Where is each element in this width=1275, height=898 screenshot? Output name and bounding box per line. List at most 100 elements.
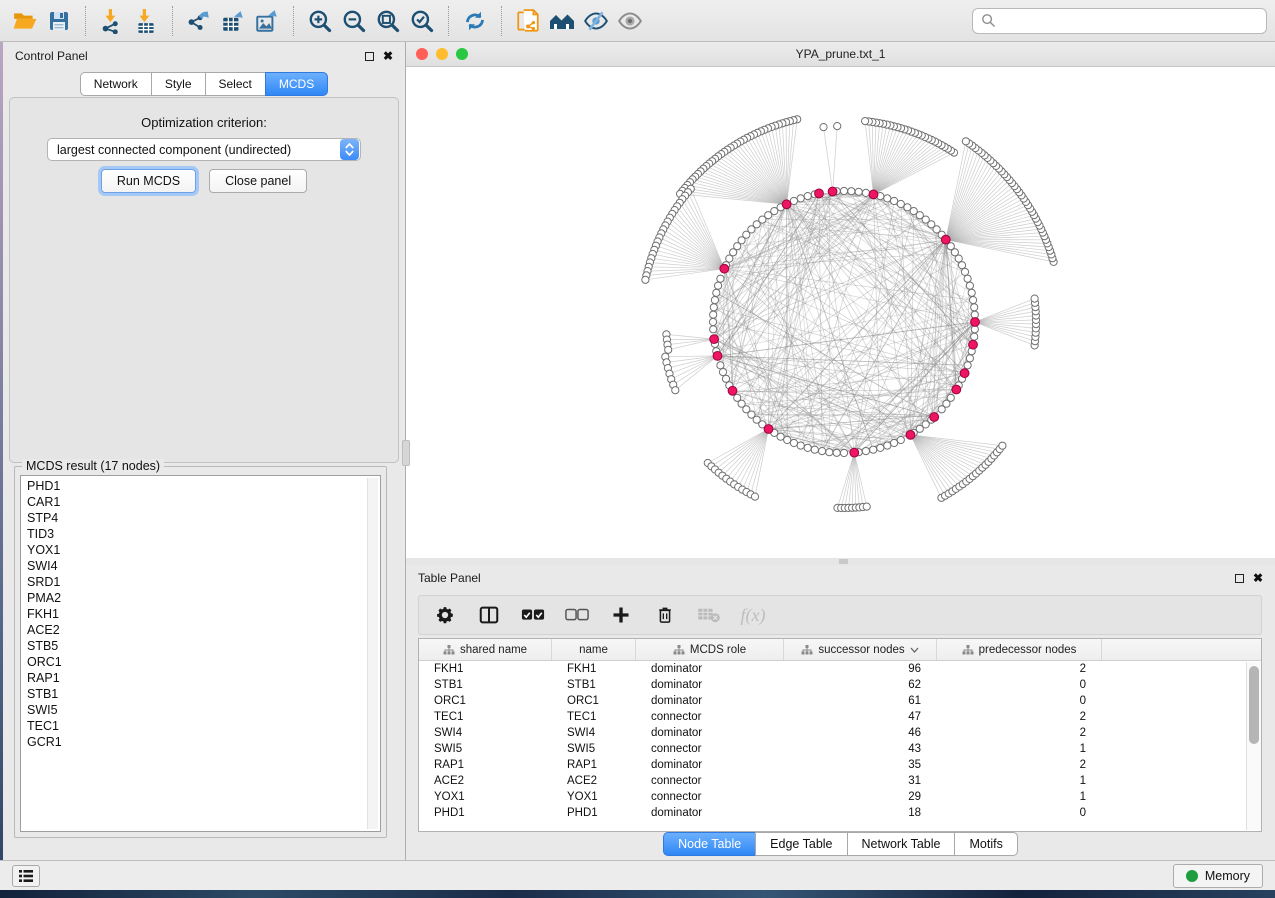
cell-predecessor-nodes[interactable]: 0	[937, 677, 1102, 693]
splitter-grip[interactable]	[839, 559, 848, 564]
apply-layout-button[interactable]	[458, 4, 492, 38]
cell-predecessor-nodes[interactable]: 2	[937, 709, 1102, 725]
cell-shared-name[interactable]: SWI5	[419, 741, 552, 757]
table-row[interactable]: YOX1YOX1connector291	[419, 789, 1261, 805]
mcds-result-item[interactable]: STP4	[27, 510, 380, 526]
close-table-panel-icon[interactable]: ✖	[1253, 572, 1263, 584]
table-row[interactable]: ORC1ORC1dominator610	[419, 693, 1261, 709]
criterion-dropdown[interactable]: largest connected component (undirected)	[47, 138, 361, 161]
mcds-result-item[interactable]: PMA2	[27, 590, 380, 606]
mcds-result-item[interactable]: SWI4	[27, 558, 380, 574]
cell-predecessor-nodes[interactable]: 2	[937, 661, 1102, 677]
cell-name[interactable]: SWI5	[552, 741, 636, 757]
horizontal-splitter[interactable]	[406, 558, 1275, 565]
memory-button[interactable]: Memory	[1173, 864, 1263, 888]
cell-successor-nodes[interactable]: 47	[784, 709, 937, 725]
table-row[interactable]: FKH1FKH1dominator962	[419, 661, 1261, 677]
deselect-all-rows-button[interactable]	[565, 603, 589, 627]
table-scrollbar[interactable]	[1246, 662, 1261, 830]
zoom-out-button[interactable]	[337, 4, 371, 38]
cell-shared-name[interactable]: SWI4	[419, 725, 552, 741]
cell-MCDS-role[interactable]: dominator	[636, 661, 784, 677]
cell-shared-name[interactable]: PHD1	[419, 805, 552, 821]
tab-node-table[interactable]: Node Table	[663, 832, 755, 856]
cell-successor-nodes[interactable]: 62	[784, 677, 937, 693]
search-box[interactable]	[972, 8, 1267, 34]
cell-successor-nodes[interactable]: 61	[784, 693, 937, 709]
cell-shared-name[interactable]: TEC1	[419, 709, 552, 725]
cell-successor-nodes[interactable]: 35	[784, 757, 937, 773]
vertical-splitter-handle[interactable]	[402, 440, 410, 466]
mcds-result-item[interactable]: STB5	[27, 638, 380, 654]
zoom-in-button[interactable]	[303, 4, 337, 38]
tab-motifs[interactable]: Motifs	[954, 832, 1017, 856]
tab-mcds[interactable]: MCDS	[265, 72, 328, 96]
cell-predecessor-nodes[interactable]: 0	[937, 693, 1102, 709]
open-file-button[interactable]	[8, 4, 42, 38]
mcds-list-scrollbar[interactable]	[367, 478, 378, 829]
cell-name[interactable]: STB1	[552, 677, 636, 693]
cell-MCDS-role[interactable]: connector	[636, 773, 784, 789]
search-input[interactable]	[996, 14, 1258, 28]
mcds-result-list[interactable]: PHD1CAR1STP4TID3YOX1SWI4SRD1PMA2FKH1ACE2…	[20, 475, 381, 832]
table-row[interactable]: SWI5SWI5connector431	[419, 741, 1261, 757]
cell-name[interactable]: ACE2	[552, 773, 636, 789]
export-network-button[interactable]	[182, 4, 216, 38]
mcds-result-item[interactable]: FKH1	[27, 606, 380, 622]
table-row[interactable]: PHD1PHD1dominator180	[419, 805, 1261, 821]
network-overview-button[interactable]	[545, 4, 579, 38]
cell-predecessor-nodes[interactable]: 1	[937, 773, 1102, 789]
column-header-predecessor-nodes[interactable]: predecessor nodes	[937, 639, 1102, 660]
mcds-result-item[interactable]: PHD1	[27, 478, 380, 494]
import-network-button[interactable]	[95, 4, 129, 38]
cell-shared-name[interactable]: RAP1	[419, 757, 552, 773]
cell-shared-name[interactable]: FKH1	[419, 661, 552, 677]
close-panel-button[interactable]: Close panel	[209, 169, 307, 193]
cell-successor-nodes[interactable]: 31	[784, 773, 937, 789]
table-row[interactable]: STB1STB1dominator620	[419, 677, 1261, 693]
save-session-button[interactable]	[42, 4, 76, 38]
mcds-result-item[interactable]: TID3	[27, 526, 380, 542]
tab-network-table[interactable]: Network Table	[847, 832, 955, 856]
zoom-selected-button[interactable]	[405, 4, 439, 38]
cell-MCDS-role[interactable]: dominator	[636, 757, 784, 773]
mcds-result-item[interactable]: TEC1	[27, 718, 380, 734]
run-mcds-button[interactable]: Run MCDS	[101, 169, 196, 193]
cell-name[interactable]: YOX1	[552, 789, 636, 805]
cell-name[interactable]: PHD1	[552, 805, 636, 821]
tab-network[interactable]: Network	[80, 72, 151, 96]
mcds-result-item[interactable]: ACE2	[27, 622, 380, 638]
table-row[interactable]: TEC1TEC1connector472	[419, 709, 1261, 725]
cell-name[interactable]: SWI4	[552, 725, 636, 741]
table-row[interactable]: SWI4SWI4dominator462	[419, 725, 1261, 741]
column-header-MCDS-role[interactable]: MCDS role	[636, 639, 784, 660]
float-panel-icon[interactable]	[365, 52, 374, 61]
column-header-successor-nodes[interactable]: successor nodes	[784, 639, 937, 660]
show-columns-button[interactable]	[477, 603, 501, 627]
mcds-result-item[interactable]: ORC1	[27, 654, 380, 670]
zoom-fit-button[interactable]	[371, 4, 405, 38]
cell-successor-nodes[interactable]: 18	[784, 805, 937, 821]
cell-name[interactable]: FKH1	[552, 661, 636, 677]
cell-shared-name[interactable]: ACE2	[419, 773, 552, 789]
cell-shared-name[interactable]: STB1	[419, 677, 552, 693]
network-canvas[interactable]	[406, 67, 1275, 558]
float-table-panel-icon[interactable]	[1235, 574, 1244, 583]
mcds-result-item[interactable]: GCR1	[27, 734, 380, 750]
cell-predecessor-nodes[interactable]: 2	[937, 725, 1102, 741]
export-image-button[interactable]	[250, 4, 284, 38]
cell-shared-name[interactable]: ORC1	[419, 693, 552, 709]
cell-MCDS-role[interactable]: dominator	[636, 677, 784, 693]
table-scrollbar-thumb[interactable]	[1249, 666, 1259, 744]
table-row[interactable]: ACE2ACE2connector311	[419, 773, 1261, 789]
cell-name[interactable]: ORC1	[552, 693, 636, 709]
cell-name[interactable]: RAP1	[552, 757, 636, 773]
cell-MCDS-role[interactable]: connector	[636, 741, 784, 757]
cell-predecessor-nodes[interactable]: 1	[937, 741, 1102, 757]
mcds-result-item[interactable]: RAP1	[27, 670, 380, 686]
cell-MCDS-role[interactable]: dominator	[636, 805, 784, 821]
cell-successor-nodes[interactable]: 43	[784, 741, 937, 757]
mcds-result-item[interactable]: SWI5	[27, 702, 380, 718]
mcds-result-item[interactable]: CAR1	[27, 494, 380, 510]
cell-successor-nodes[interactable]: 96	[784, 661, 937, 677]
